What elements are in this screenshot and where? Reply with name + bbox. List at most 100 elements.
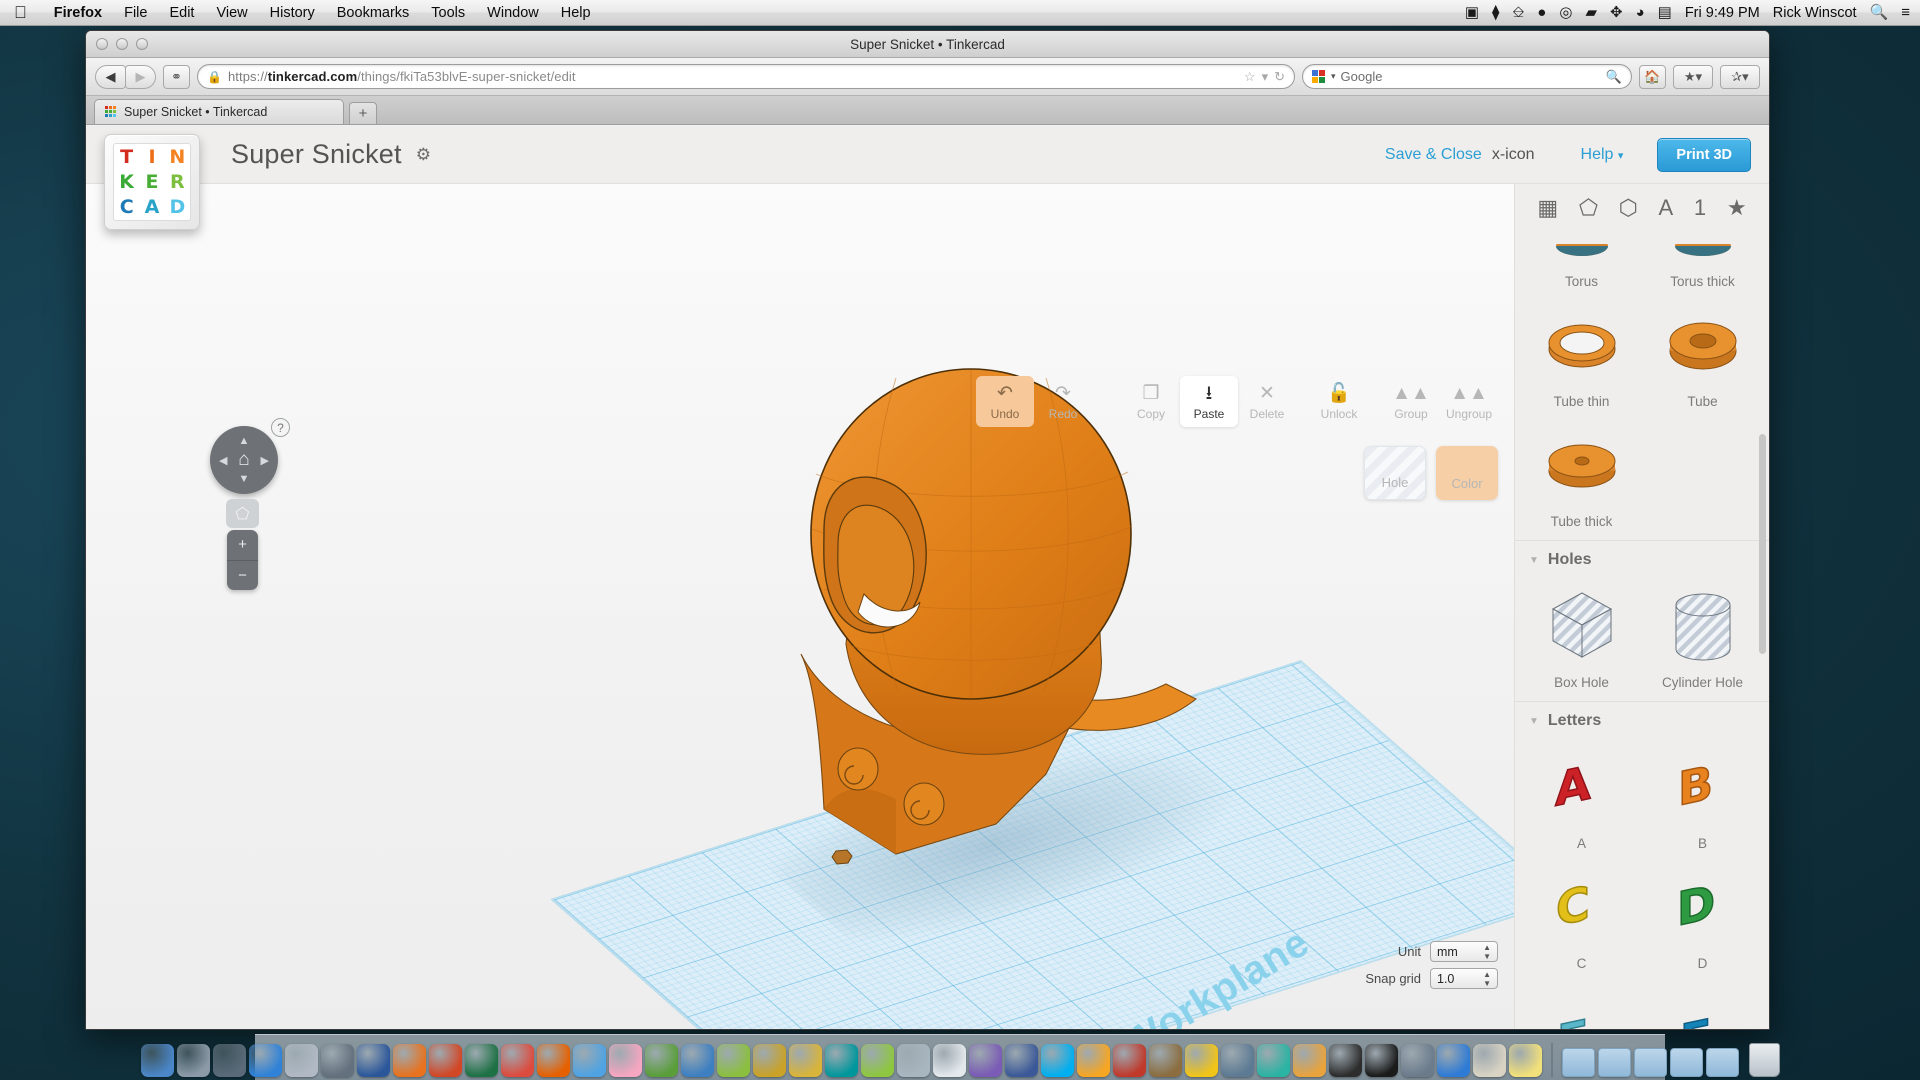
caffeine-icon[interactable]: ●: [1537, 5, 1546, 20]
dock-item-firefox[interactable]: [536, 1044, 570, 1077]
unlock-button[interactable]: 🔓 Unlock: [1310, 376, 1368, 427]
snap-grid-select[interactable]: 1.0 ▲ ▼: [1430, 968, 1498, 989]
triangle-left-icon[interactable]: ◀: [219, 454, 227, 467]
menu-item-firefox[interactable]: Firefox: [43, 0, 113, 26]
new-tab-button[interactable]: +: [349, 102, 377, 124]
triangle-up-icon[interactable]: ▲: [239, 435, 250, 447]
hole-mode-button[interactable]: Hole: [1364, 446, 1426, 500]
zoom-out-button[interactable]: −: [227, 561, 258, 591]
caret-down-icon[interactable]: ▼: [1529, 716, 1539, 727]
menu-item-history[interactable]: History: [259, 0, 326, 26]
dock-item-documents-folder[interactable]: [1669, 1048, 1703, 1077]
menu-clock[interactable]: Fri 9:49 PM: [1685, 5, 1760, 21]
minimize-window-button[interactable]: [116, 38, 128, 50]
menu-user-name[interactable]: Rick Winscot: [1773, 5, 1857, 21]
dock-item-truck[interactable]: [1184, 1044, 1218, 1077]
url-bar[interactable]: 🔒 https://tinkercad.com/things/fkiTa53bl…: [197, 64, 1295, 89]
dock-item-photos[interactable]: [716, 1044, 750, 1077]
group-button[interactable]: ▲▲ Group: [1382, 376, 1440, 427]
dropbox-icon[interactable]: ⧫: [1492, 5, 1499, 20]
dock-item-heart-app[interactable]: [608, 1044, 642, 1077]
scanner-icon[interactable]: ▰: [1585, 5, 1597, 20]
home-icon[interactable]: 🏠: [1639, 64, 1666, 89]
dock-item-skype[interactable]: [1040, 1044, 1074, 1077]
sidebar-tab-favorites-star-icon[interactable]: ★: [1727, 197, 1747, 219]
gear-icon[interactable]: ⚙: [416, 145, 431, 165]
dock-item-reminders[interactable]: [1472, 1044, 1506, 1077]
dock-item-mou[interactable]: [788, 1044, 822, 1077]
dock-item-mission-control[interactable]: [212, 1044, 246, 1077]
os-dock[interactable]: [140, 1034, 1780, 1080]
shape-item-cylinder-hole[interactable]: Cylinder Hole: [1642, 577, 1763, 697]
dock-item-remote-desktop[interactable]: [1220, 1044, 1254, 1077]
sidebar-scrollbar[interactable]: [1759, 434, 1766, 654]
dock-item-folder-1[interactable]: [1561, 1048, 1595, 1077]
spotlight-search-icon[interactable]: 🔍: [1870, 5, 1889, 20]
dock-item-trash[interactable]: [1748, 1043, 1780, 1077]
dock-item-downloads-folder[interactable]: [1705, 1048, 1739, 1077]
menu-item-edit[interactable]: Edit: [158, 0, 205, 26]
wifi-icon[interactable]: ◕: [1636, 5, 1645, 20]
home-view-icon[interactable]: ⌂: [238, 449, 249, 471]
paste-button[interactable]: ⭳ Paste: [1180, 376, 1238, 427]
bookmarks-icon[interactable]: ★▾: [1673, 64, 1713, 89]
shape-item-letter-b[interactable]: B B: [1642, 738, 1763, 858]
dock-item-telescope[interactable]: [1148, 1044, 1182, 1077]
dock-item-facebook[interactable]: [1004, 1044, 1038, 1077]
menu-item-view[interactable]: View: [205, 0, 258, 26]
apple-icon[interactable]: : [14, 4, 27, 21]
print-3d-button[interactable]: Print 3D: [1657, 137, 1751, 172]
browser-tab[interactable]: Super Snicket • Tinkercad: [94, 99, 344, 124]
reload-icon[interactable]: ↻: [1274, 69, 1285, 85]
reader-mode-icon[interactable]: ⚭: [163, 64, 190, 89]
dock-item-word[interactable]: [356, 1044, 390, 1077]
settings-dots-icon[interactable]: ◎: [1559, 5, 1572, 20]
dock-item-ring-app[interactable]: [1256, 1044, 1290, 1077]
dock-item-thermos[interactable]: [896, 1044, 930, 1077]
chevron-down-icon[interactable]: ▾: [1262, 69, 1269, 85]
dock-item-itunes[interactable]: [284, 1044, 318, 1077]
dock-item-evernote[interactable]: [644, 1044, 678, 1077]
close-icon[interactable]: x-icon: [1492, 146, 1535, 164]
menu-item-help[interactable]: Help: [550, 0, 602, 26]
dock-item-leaf-app[interactable]: [860, 1044, 894, 1077]
dock-item-sketch[interactable]: [1076, 1044, 1110, 1077]
menu-item-window[interactable]: Window: [476, 0, 550, 26]
zoom-in-button[interactable]: +: [227, 530, 258, 561]
shape-item-tube-thin[interactable]: Tube thin: [1521, 296, 1642, 416]
caret-down-icon[interactable]: ▼: [1529, 555, 1539, 566]
zoom-window-button[interactable]: [136, 38, 148, 50]
dock-item-1password[interactable]: [680, 1044, 714, 1077]
delete-button[interactable]: ✕ Delete: [1238, 376, 1296, 427]
dock-item-activity-monitor[interactable]: [1400, 1044, 1434, 1077]
sidebar-shape-list[interactable]: Torus Torus thick Tube thin Tube Tube th…: [1515, 232, 1769, 1029]
dock-item-pitcher[interactable]: [932, 1044, 966, 1077]
dock-item-sublime-text[interactable]: [1292, 1044, 1326, 1077]
dock-item-iterm[interactable]: [1364, 1044, 1398, 1077]
small-pellet-object[interactable]: [831, 849, 853, 865]
shape-item-tube[interactable]: Tube: [1642, 296, 1763, 416]
dock-item-folder-3[interactable]: [1633, 1048, 1667, 1077]
dock-item-chrome[interactable]: [500, 1044, 534, 1077]
dock-item-arduino[interactable]: [824, 1044, 858, 1077]
dock-item-app-store[interactable]: [248, 1044, 282, 1077]
fit-view-cube-icon[interactable]: ⬠: [226, 499, 259, 528]
section-header-letters[interactable]: ▼ Letters: [1515, 701, 1769, 738]
dock-item-stickies[interactable]: [1508, 1044, 1542, 1077]
help-button[interactable]: Help ▾: [1581, 146, 1624, 164]
dock-item-bonjour[interactable]: [968, 1044, 1002, 1077]
sidebar-tab-letters-icon[interactable]: A: [1659, 197, 1674, 219]
menu-item-bookmarks[interactable]: Bookmarks: [326, 0, 421, 26]
menu-item-file[interactable]: File: [113, 0, 158, 26]
triangle-down-icon[interactable]: ▼: [239, 473, 250, 485]
back-arrow-icon[interactable]: ◀: [95, 64, 126, 89]
sidebar-tab-holes-striped-cube-icon[interactable]: ⬡: [1619, 197, 1638, 219]
3d-model-super-snicket[interactable]: [746, 354, 1216, 874]
zoom-controls[interactable]: + −: [227, 530, 258, 590]
section-header-holes[interactable]: ▼ Holes: [1515, 540, 1769, 577]
help-badge[interactable]: ?: [271, 418, 290, 437]
dock-item-excel[interactable]: [464, 1044, 498, 1077]
window-controls[interactable]: [86, 38, 148, 50]
dock-item-finder[interactable]: [140, 1044, 174, 1077]
dock-item-safari[interactable]: [572, 1044, 606, 1077]
